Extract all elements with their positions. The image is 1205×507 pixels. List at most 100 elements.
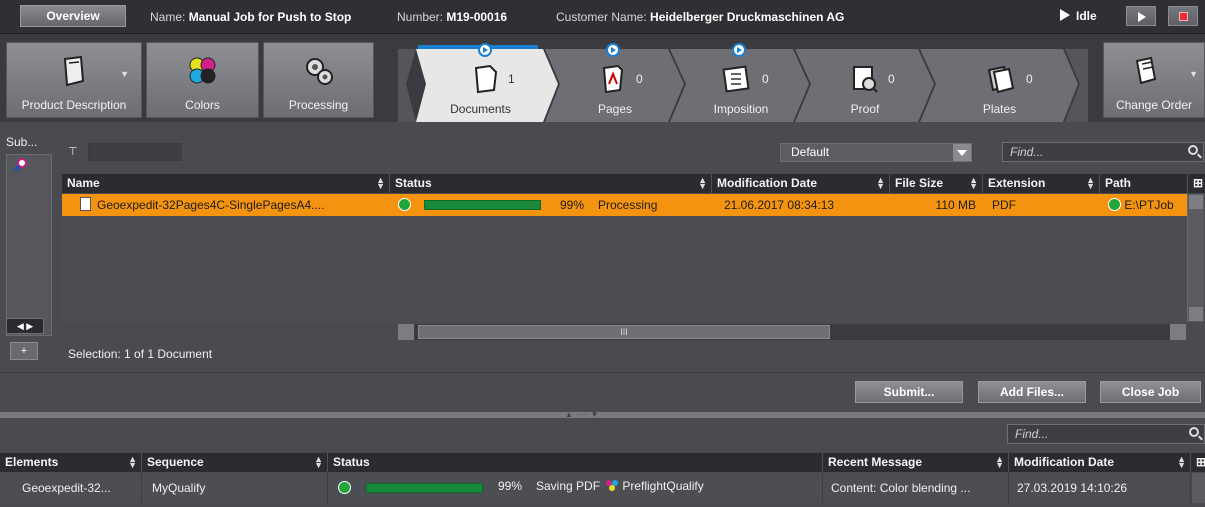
submit-button[interactable]: Submit... (855, 381, 963, 403)
play-status-icon (1060, 9, 1070, 21)
filter-icon[interactable]: ⊤ (68, 145, 78, 158)
table-row[interactable]: Geoexpedit-32... MyQualify 99% Saving PD… (0, 473, 1191, 503)
search-person-icon (13, 158, 29, 175)
step-imposition-label: Imposition (713, 102, 769, 116)
find-placeholder: Find... (1015, 427, 1049, 441)
step-pages[interactable]: 0 Pages (560, 42, 670, 122)
find-placeholder: Find... (1010, 145, 1044, 159)
job-name-label: Name: (150, 10, 186, 24)
view-select[interactable]: Default (780, 143, 972, 162)
table-row[interactable]: Geoexpedit-32Pages4C-SinglePagesA4.... 9… (62, 194, 1187, 216)
sub-panel: Sub... ◀ ▶ + (0, 132, 58, 372)
vertical-scrollbar[interactable] (1187, 194, 1204, 322)
status-dot-icon (1108, 198, 1121, 211)
search-icon[interactable] (1189, 427, 1199, 437)
step-documents-count: 1 (508, 72, 515, 86)
elements-find-input[interactable]: Find... (1007, 424, 1205, 444)
documents-icon (472, 64, 500, 97)
processing-label: Processing (288, 98, 349, 112)
add-files-button[interactable]: Add Files... (978, 381, 1086, 403)
step-documents-label: Documents (450, 102, 511, 116)
progress-bar (366, 483, 483, 493)
product-description-button[interactable]: ▼ Product Description (6, 42, 142, 118)
column-modification-date[interactable]: Modification Date ▲ ▼ (1009, 453, 1191, 472)
column-path[interactable]: Path (1100, 174, 1188, 193)
color-balls-icon (606, 480, 618, 491)
preflight-step-text: PreflightQualify (622, 479, 704, 493)
stop-icon (1179, 12, 1188, 21)
step-imposition-count: 0 (762, 72, 769, 86)
scroll-up-icon[interactable] (1189, 195, 1203, 209)
step-play-icon (606, 43, 620, 57)
processing-button[interactable]: Processing (263, 42, 374, 118)
scroll-right-icon[interactable] (1170, 324, 1186, 340)
step-plates[interactable]: 0 Plates (936, 42, 1063, 122)
chevron-down-icon[interactable]: ▼ (120, 69, 129, 79)
file-size: 110 MB (935, 198, 976, 212)
path-cell: E:\PTJob (1108, 194, 1188, 216)
step-proof[interactable]: 0 Proof (810, 42, 920, 122)
add-button[interactable]: + (10, 342, 38, 360)
step-pages-label: Pages (597, 102, 633, 116)
recent-message: Content: Color blending ... (823, 473, 1009, 503)
elements-table-header: Elements ▲ ▼ Sequence ▲ ▼ Status Recent Mess… (0, 453, 1205, 472)
horizontal-scrollbar[interactable]: III (398, 324, 1186, 340)
column-modification-date[interactable]: Modification Date ▲ ▼ (712, 174, 890, 193)
scroll-down-icon[interactable] (1189, 307, 1203, 321)
column-status[interactable]: Status (328, 453, 823, 472)
column-chooser-icon[interactable]: ⊞ (1191, 453, 1205, 472)
sub-panel-scroll-arrows[interactable]: ◀ ▶ (6, 318, 44, 334)
step-documents[interactable]: 1 Documents (418, 42, 543, 122)
job-number: Number: M19-00016 (397, 10, 507, 24)
elements-vertical-scrollbar[interactable] (1192, 473, 1205, 503)
documents-panel: ⊤ Default Find... Name ▲ ▼ Status ▲ ▼ Modifi… (62, 136, 1205, 368)
column-file-size[interactable]: File Size ▲ ▼ (890, 174, 983, 193)
column-recent-message[interactable]: Recent Message ▲ ▼ (823, 453, 1009, 472)
documents-find-input[interactable]: Find... (1002, 142, 1204, 162)
sort-icon: ▲ ▼ (969, 175, 978, 191)
scroll-left-icon[interactable] (398, 324, 414, 340)
column-elements[interactable]: Elements ▲ ▼ (0, 453, 142, 472)
search-icon[interactable] (1188, 145, 1198, 155)
progress-percent: 99% (498, 479, 523, 493)
change-order-button[interactable]: ▼ Change Order (1103, 42, 1205, 118)
documents-table-header: Name ▲ ▼ Status ▲ ▼ Modification Date ▲ ▼ File… (62, 174, 1205, 193)
scroll-thumb[interactable]: III (418, 325, 830, 339)
step-pages-count: 0 (636, 72, 643, 86)
elements-panel: Find... Elements ▲ ▼ Sequence ▲ ▼ Status Rec… (0, 418, 1205, 507)
pdf-page-icon (600, 64, 626, 97)
filter-input[interactable] (88, 143, 182, 161)
product-description-icon (59, 55, 89, 90)
step-proof-label: Proof (850, 102, 880, 116)
play-icon (1138, 12, 1146, 22)
element-name: Geoexpedit-32... (0, 473, 142, 503)
overview-button[interactable]: Overview (20, 5, 126, 27)
change-order-label: Change Order (1115, 98, 1193, 112)
extension: PDF (992, 198, 1016, 212)
element-status-text: Saving PDF (536, 479, 601, 493)
job-header: Overview Name: Manual Job for Push to St… (0, 0, 1205, 34)
progress-percent: 99% (560, 198, 585, 212)
element-modification-date: 27.03.2019 14:10:26 (1009, 473, 1191, 503)
colors-button[interactable]: Colors (146, 42, 259, 118)
close-job-button[interactable]: Close Job (1100, 381, 1201, 403)
column-chooser-icon[interactable]: ⊞ (1188, 174, 1205, 193)
colors-label: Colors (185, 98, 220, 112)
column-sequence[interactable]: Sequence ▲ ▼ (142, 453, 328, 472)
gears-icon (303, 55, 335, 90)
proof-icon (850, 64, 880, 97)
sub-panel-list[interactable] (6, 154, 52, 336)
stop-button[interactable] (1168, 6, 1198, 26)
customer-name-label: Customer Name: (556, 10, 647, 24)
chevron-down-icon[interactable]: ▼ (1189, 69, 1198, 79)
sort-icon: ▲ ▼ (1086, 175, 1095, 191)
column-extension[interactable]: Extension ▲ ▼ (983, 174, 1100, 193)
doc-name-cell: Geoexpedit-32Pages4C-SinglePagesA4.... (80, 194, 392, 216)
step-imposition[interactable]: 0 Imposition (686, 42, 796, 122)
progress-bar (424, 200, 541, 210)
chevron-down-icon[interactable] (953, 144, 971, 161)
column-name[interactable]: Name ▲ ▼ (62, 174, 390, 193)
modification-date: 21.06.2017 08:34:13 (724, 198, 835, 212)
column-status[interactable]: Status ▲ ▼ (390, 174, 712, 193)
start-button[interactable] (1126, 6, 1156, 26)
